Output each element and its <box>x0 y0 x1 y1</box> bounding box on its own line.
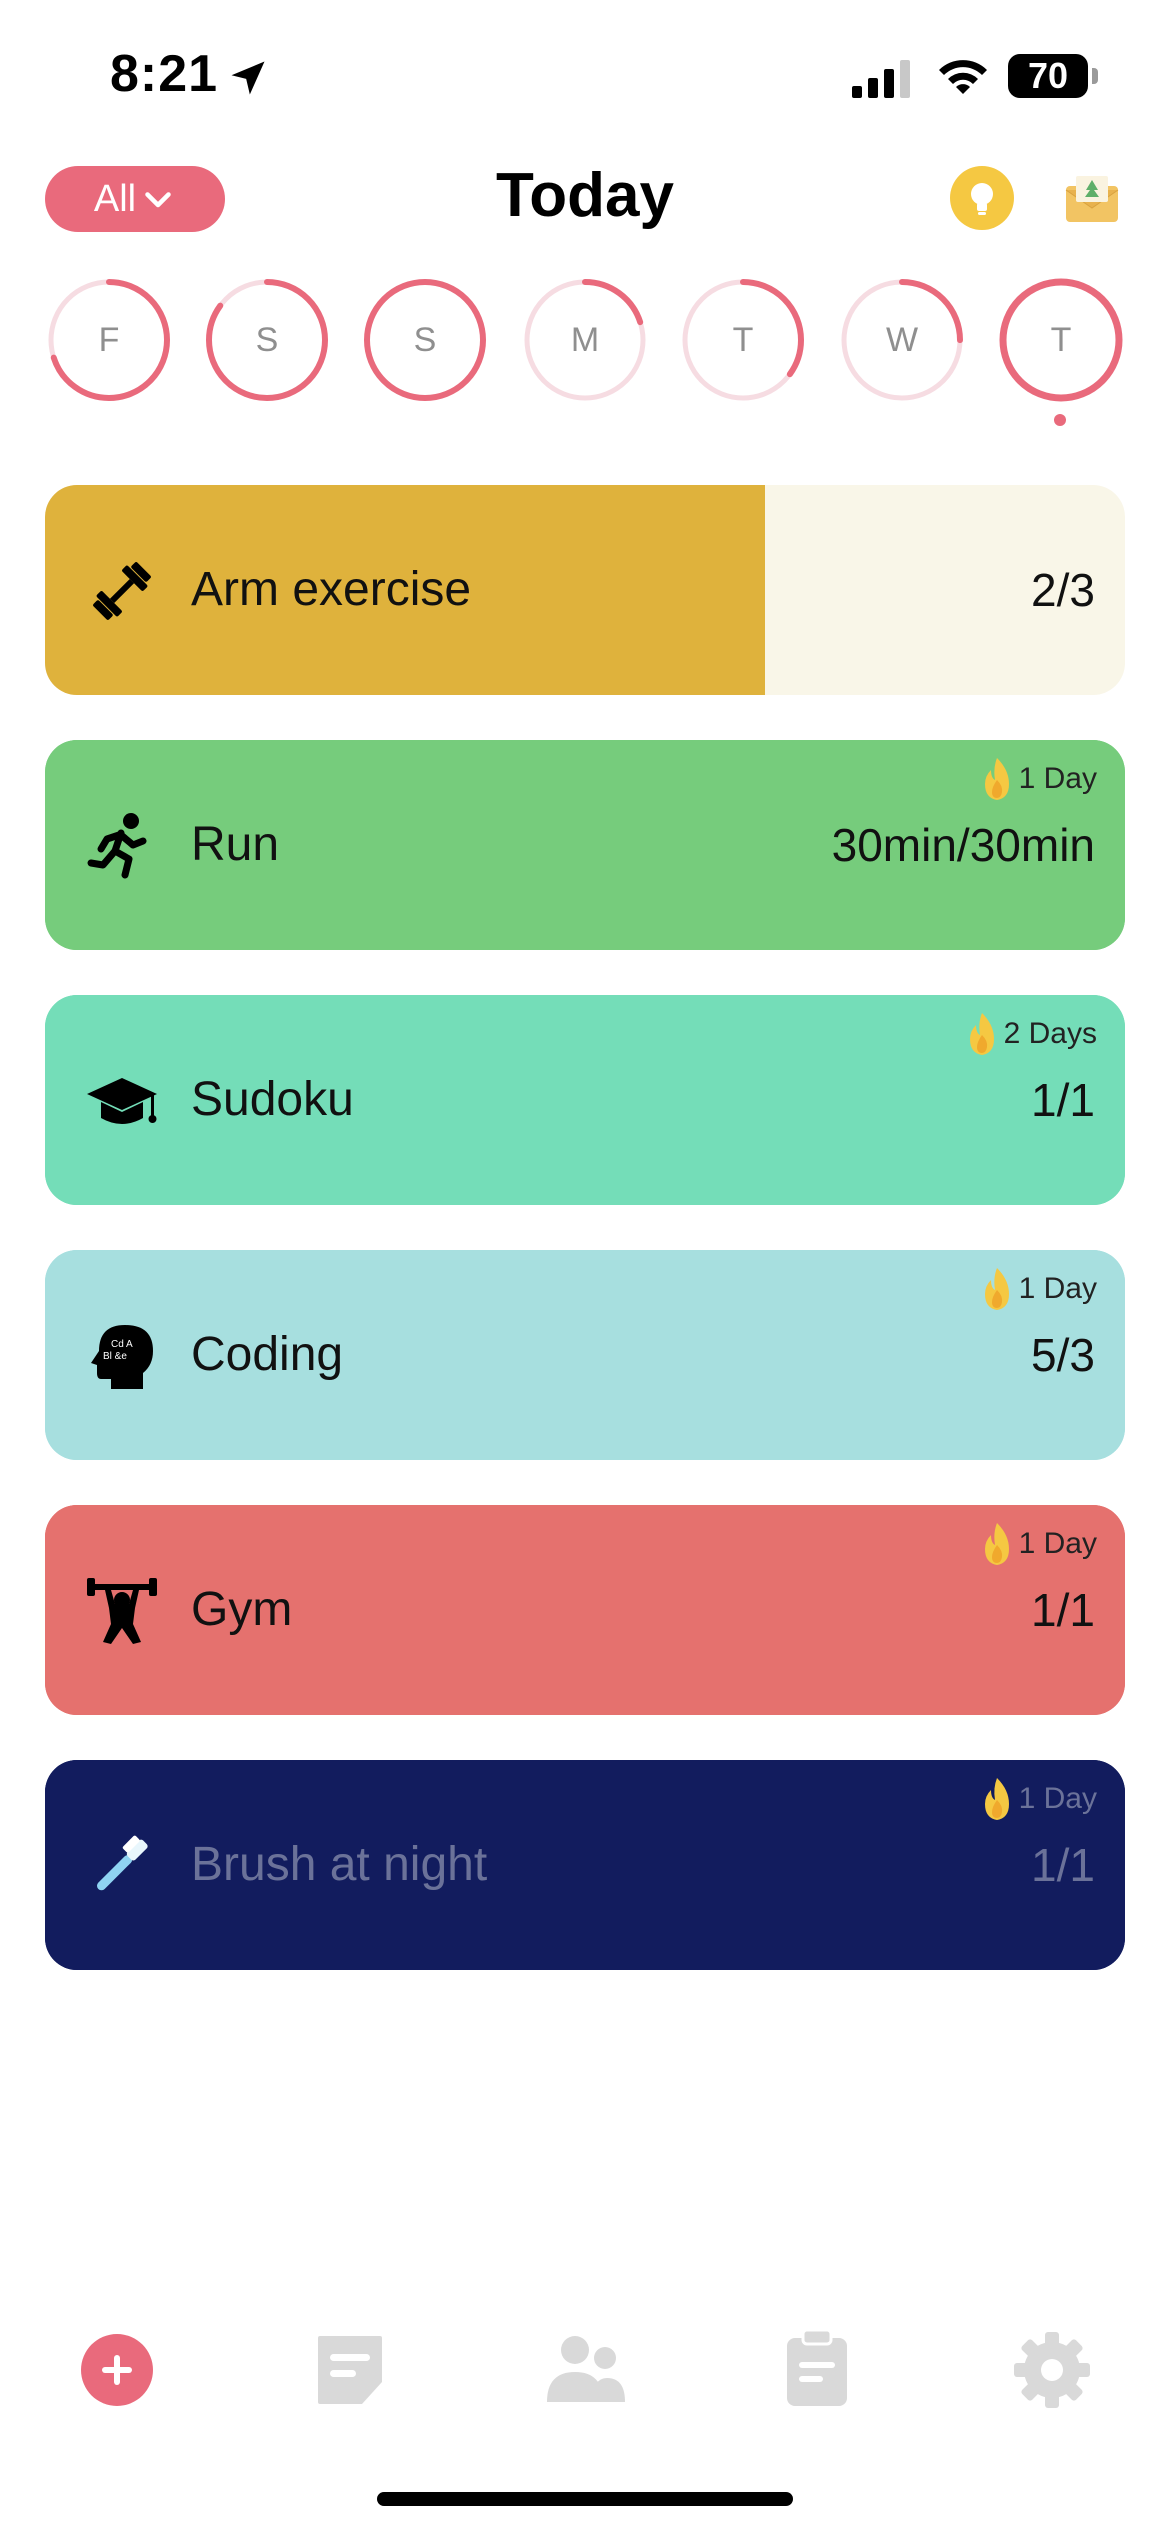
habit-card[interactable]: Cd A Bl &e Coding 5/3 1 Day <box>45 1250 1125 1460</box>
svg-text:Cd A: Cd A <box>111 1339 133 1350</box>
day-ring-0[interactable]: F <box>45 276 173 404</box>
day-letter: S <box>413 321 437 359</box>
svg-text:Bl &e: Bl &e <box>103 1351 127 1362</box>
today-indicator-dot <box>1054 414 1066 426</box>
streak-badge: 2 Days <box>962 1009 1097 1059</box>
tips-button[interactable] <box>950 166 1014 230</box>
streak-badge: 1 Day <box>977 1519 1097 1569</box>
brain-head-icon: Cd ABl &e <box>91 1325 153 1389</box>
tab-bar <box>0 2310 1170 2430</box>
streak-label: 1 Day <box>1018 1527 1097 1560</box>
habit-card[interactable]: Arm exercise 2/3 <box>45 485 1125 695</box>
tab-notes[interactable] <box>290 2310 410 2430</box>
habit-card[interactable]: Run 30min/30min 1 Day <box>45 740 1125 950</box>
weightlifter-icon <box>87 1578 157 1644</box>
status-time: 8:21 <box>110 45 219 103</box>
day-letter: T <box>732 321 754 359</box>
day-letter: W <box>885 321 919 359</box>
week-progress-row: FSSMTWT <box>0 276 1170 436</box>
graduation-cap-icon <box>87 1078 157 1124</box>
battery-indicator: 70 <box>1008 54 1088 98</box>
day-ring-1[interactable]: S <box>203 276 331 404</box>
clipboard-icon <box>787 2328 847 2406</box>
wifi-icon <box>939 60 987 94</box>
habit-name: Brush at night <box>191 1838 488 1891</box>
day-ring-2[interactable]: S <box>361 276 489 404</box>
streak-badge: 1 Day <box>977 754 1097 804</box>
tab-settings[interactable] <box>992 2310 1112 2430</box>
settings-gear-icon <box>1014 2332 1090 2408</box>
tab-clipboard[interactable] <box>757 2310 877 2430</box>
habit-card[interactable]: Brush at night 1/1 1 Day <box>45 1760 1125 1970</box>
friends-icon <box>547 2336 625 2402</box>
toothbrush-icon <box>96 1835 148 1891</box>
flame-icon <box>969 1013 994 1055</box>
tab-add[interactable] <box>57 2310 177 2430</box>
flame-icon <box>984 758 1009 800</box>
streak-badge: 1 Day <box>977 1264 1097 1314</box>
day-ring-6[interactable]: T <box>997 276 1125 404</box>
status-bar: 8:21 70 <box>0 0 1170 150</box>
location-arrow-icon <box>231 61 265 95</box>
streak-label: 1 Day <box>1018 762 1097 795</box>
streak-badge: 1 Day <box>977 1774 1097 1824</box>
habit-card[interactable]: Gym 1/1 1 Day <box>45 1505 1125 1715</box>
day-ring-5[interactable]: W <box>838 276 966 404</box>
flame-icon <box>984 1778 1009 1820</box>
streak-label: 1 Day <box>1018 1272 1097 1305</box>
flame-icon <box>984 1523 1009 1565</box>
day-letter: F <box>98 321 120 359</box>
habit-name: Sudoku <box>191 1073 354 1126</box>
add-icon <box>81 2334 153 2406</box>
day-ring-3[interactable]: M <box>521 276 649 404</box>
notes-icon <box>318 2336 382 2404</box>
lightbulb-icon <box>971 183 993 215</box>
cellular-signal-icon <box>852 60 910 98</box>
day-ring-4[interactable]: T <box>679 276 807 404</box>
streak-label: 1 Day <box>1018 1782 1097 1815</box>
flame-icon <box>984 1268 1009 1310</box>
battery-tip <box>1092 68 1098 84</box>
habit-name: Run <box>191 818 280 871</box>
habit-name: Gym <box>191 1583 293 1636</box>
runner-icon <box>87 813 147 879</box>
app-screen: 8:21 70 All Today F S S M T W T Arm exer… <box>0 0 1170 2532</box>
day-letter: T <box>1050 321 1072 359</box>
dumbbell-icon <box>93 562 151 620</box>
day-letter: M <box>570 321 600 359</box>
habit-card[interactable]: Sudoku 1/1 2 Days <box>45 995 1125 1205</box>
habit-name: Arm exercise <box>191 563 472 616</box>
tab-friends[interactable] <box>525 2310 645 2430</box>
day-letter: S <box>255 321 279 359</box>
habit-name: Coding <box>191 1328 344 1381</box>
mail-envelope-icon[interactable] <box>1064 170 1120 226</box>
home-indicator <box>377 2492 793 2506</box>
habit-progress-count: 2/3 <box>1031 564 1095 616</box>
streak-label: 2 Days <box>1003 1017 1097 1050</box>
